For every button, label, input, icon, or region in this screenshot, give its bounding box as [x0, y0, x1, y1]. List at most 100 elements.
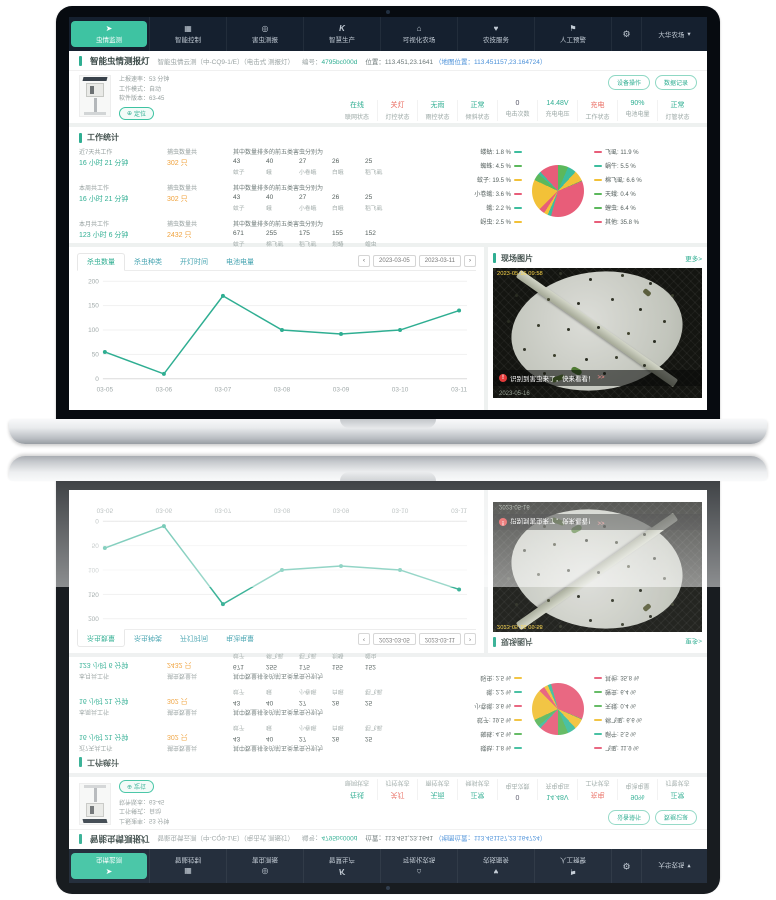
end-date-input[interactable]: 2023-03-11 — [419, 255, 461, 267]
insect-count: 25 — [365, 158, 398, 165]
svg-text:03-11: 03-11 — [451, 387, 467, 394]
stat-row-7days: 近7天共工作 16 小时 21 分钟 捕虫数量共 302 只 其中数量排多的前五… — [79, 724, 697, 753]
tab-kill-count[interactable]: 杀虫数量 — [77, 253, 125, 271]
status-value: 正常 — [664, 100, 691, 110]
status-row: 在线 联网状态 关灯 灯控状态 无雨 雨控状态 — [281, 779, 697, 800]
device-title: 智能虫情测报灯 — [90, 55, 150, 67]
start-date-input[interactable]: 2023-03-05 — [373, 255, 416, 267]
nav-item-manual-warning[interactable]: ⚑ 人工预警 — [534, 17, 611, 51]
leader-line — [514, 677, 522, 679]
insect-count: 43 — [233, 194, 266, 201]
pie-label: 天蛾: 0.4 % — [591, 189, 699, 203]
caption-text: 识别到害虫来了，快来看看！ — [510, 517, 595, 527]
prev-date-button[interactable]: ‹ — [358, 255, 370, 267]
insect-count: 255 — [266, 663, 299, 670]
farm-house-icon: ⌂ — [417, 25, 422, 33]
base-notch — [340, 419, 436, 428]
insect-name: 蚊子 — [233, 167, 266, 176]
nav-item-smart-control[interactable]: ▦ 智能控制 — [149, 17, 226, 51]
insect-name: 稻飞虱 — [365, 167, 398, 176]
more-photos-link[interactable]: 更多> — [685, 253, 702, 263]
locate-icon: ⊕ — [127, 783, 132, 790]
tab-battery[interactable]: 电池电量 — [217, 254, 263, 270]
nav-item-smart-production[interactable]: K 智慧生产 — [303, 17, 380, 51]
status-value: 关灯 — [384, 100, 411, 110]
map-location-link[interactable]: （地图位置：113.451157,23.164724） — [435, 59, 546, 66]
caption-more-link[interactable]: >> — [598, 375, 605, 381]
date-range-controls: ‹ 2023-03-05 2023-03-11 › — [358, 255, 476, 270]
scene: ➤ 虫情监测 ▦ 智能控制 ◎ 害虫测报 K 智慧生产 — [0, 0, 776, 587]
farm-selector-dropdown: 大华农场 ▾ — [641, 849, 707, 883]
leader-line — [594, 691, 602, 693]
farm-selector-dropdown[interactable]: 大华农场 ▾ — [641, 17, 707, 51]
status-tilt: 正常 倾斜状态 — [457, 779, 497, 800]
pie-label-text: 蜗牛: 5.5 % — [605, 730, 636, 736]
leader-line — [514, 165, 522, 167]
data-record-button: 数据记录 — [655, 810, 697, 825]
nav-item-pest-monitoring[interactable]: ➤ 虫情监测 — [71, 21, 147, 47]
stat-row-month: 本月共工作 123 小时 6 分钟 捕虫数量共 2432 只 其中数量排多的前五… — [79, 652, 697, 681]
pie-label-text: 蚊子: 19.5 % — [477, 178, 511, 184]
device-serial: 编号：4795bc000d — [302, 56, 357, 66]
leader-line — [594, 151, 602, 153]
k-brand-icon: K — [339, 868, 345, 876]
leader-line — [514, 151, 522, 153]
alert-icon: ! — [499, 518, 507, 526]
accent-bar — [79, 835, 82, 845]
pie-label: 蚊子: 19.5 % — [417, 175, 525, 189]
settings-gear-button[interactable]: ⚙ — [611, 17, 641, 51]
work-stats-header: 工作统计 — [79, 757, 697, 768]
pie-label-text: 蚜虫: 2.5 % — [480, 674, 511, 680]
svg-text:03-08: 03-08 — [274, 387, 291, 394]
top-insects-block: 其中数量排多的前五类害虫分别为 671255175155152 蚊子棉飞虱稻飞虱… — [233, 219, 409, 248]
pie-label-text: 棉飞虱: 6.6 % — [605, 178, 642, 184]
catch-count-stat: 捕虫数量共 302 只 — [167, 688, 233, 717]
pie-label: 天蛾: 0.4 % — [591, 697, 699, 711]
nav-item-visual-farm[interactable]: ⌂ 可视化农场 — [380, 17, 457, 51]
leader-line — [594, 719, 602, 721]
leader-line — [514, 719, 522, 721]
top-insects-block: 其中数量排多的前五类害虫分别为 4340272625 蚊子蛾小卷蛾白蛾稻飞虱 — [233, 724, 409, 753]
tab-lamp-time[interactable]: 开灯时间 — [171, 254, 217, 270]
status-network: 在线 联网状态 — [337, 779, 377, 800]
nav-item-pest-forecast[interactable]: ◎ 害虫测报 — [226, 17, 303, 51]
locate-button[interactable]: ⊕ 定位 — [119, 107, 154, 120]
info-line: 工作模式：自动 — [119, 806, 169, 815]
work-time-stat: 本周共工作 16 小时 21 分钟 — [79, 183, 167, 212]
svg-text:0: 0 — [95, 376, 99, 383]
insect-name: 白蛾 — [332, 724, 365, 733]
status-label: 工作状态 — [584, 779, 611, 788]
device-header-bar: 智能虫情测报灯 智能虫情云测（中-CQ9-1/E）（电击式 测报灯） 编号：47… — [69, 829, 707, 849]
next-date-button[interactable]: › — [464, 255, 476, 267]
status-value: 在线 — [343, 100, 371, 110]
insect-name: 棉飞虱 — [266, 239, 299, 248]
status-value: 无雨 — [424, 100, 451, 110]
pie-labels-right: 飞虱: 11.9 % 蜗牛: 5.5 % 棉飞虱: 6.6 % 天蛾: 0.4 … — [591, 669, 699, 753]
insect-name: 蝗虫 — [365, 652, 398, 661]
svg-text:03-07: 03-07 — [215, 387, 232, 394]
trap-photo[interactable]: 2023-05-16 09:58 ! 识别到害虫来了，快来看看！ >> 2023… — [493, 268, 702, 398]
pie-label: 棉飞虱: 6.6 % — [591, 175, 699, 189]
photo-alert-caption[interactable]: ! 识别到害虫来了，快来看看！ >> — [493, 370, 702, 386]
pie-label: 蜗牛: 5.5 % — [591, 725, 699, 739]
work-stats-title: 工作统计 — [87, 757, 119, 768]
stat-label: 捕虫数量共 — [167, 744, 233, 753]
tab-kill-count: 杀虫数量 — [77, 629, 125, 647]
device-operate-button[interactable]: 设备操作 — [608, 75, 650, 90]
status-charge-voltage: 14.48V 充电电压 — [537, 100, 577, 121]
insect-count: 40 — [266, 158, 299, 165]
locate-button: ⊕ 定位 — [119, 780, 154, 793]
lamp-pole-shape — [94, 787, 97, 802]
farm-selector-label: 大华农场 — [658, 29, 684, 39]
insect-counts: 4340272625 — [233, 699, 409, 706]
nav-item-agri-service[interactable]: ♥ 农技服务 — [457, 17, 534, 51]
tab-kill-species[interactable]: 杀虫种类 — [125, 254, 171, 270]
leader-line — [514, 747, 522, 749]
insect-names: 蚊子棉飞虱稻飞虱划蝽蝗虫 — [233, 239, 409, 248]
camera-timestamp: 2023-05-16 09:58 — [497, 271, 543, 277]
stat-value: 302 只 — [167, 194, 233, 204]
insect-count: 175 — [299, 230, 332, 237]
data-record-button[interactable]: 数据记录 — [655, 75, 697, 90]
device-subtitle: 智能虫情云测（中-CQ9-1/E）（电击式 测报灯） — [158, 56, 295, 66]
insect-name: 蛾 — [266, 724, 299, 733]
